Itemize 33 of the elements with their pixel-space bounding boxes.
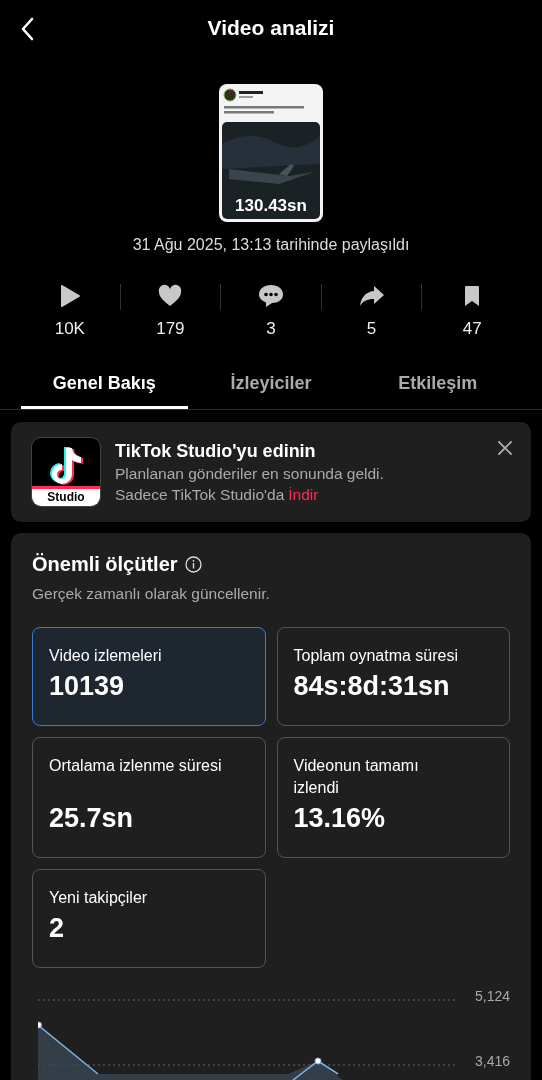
stat-count: 5 <box>366 319 377 339</box>
stat-count: 179 <box>156 319 185 339</box>
section-title: Önemli ölçütler <box>32 553 178 576</box>
play-icon <box>58 284 81 308</box>
metric-card[interactable]: Toplam oynatma süresi 84s:8d:31sn <box>276 627 510 726</box>
banner-text: Sadece TikTok Studio'da <box>115 485 285 503</box>
metric-card[interactable]: Video izlemeleri 10139 <box>32 627 266 726</box>
comment-icon <box>258 284 284 308</box>
banner-title: TikTok Studio'yu edinin <box>115 440 317 462</box>
tab[interactable]: Etkileşim <box>354 365 521 409</box>
bookmark-icon <box>464 284 481 308</box>
app-icon: Studio <box>31 437 101 507</box>
metric-card[interactable]: Videonun tamamı izlendi 13.16% <box>276 737 510 858</box>
banner-text: Planlanan gönderiler en sonunda geldi. <box>115 464 384 483</box>
info-icon[interactable] <box>184 556 202 573</box>
posted-date: 31 Ağu 2025, 13:13 tarihinde paylaşıldı <box>131 236 411 254</box>
metric-card[interactable]: Ortalama izlenme süresi 25.7sn <box>32 737 266 858</box>
video-duration: 130.43sn <box>234 196 308 216</box>
axis-tick-label: 3,416 <box>474 1053 510 1071</box>
share-icon <box>358 284 385 308</box>
download-link[interactable]: İndir <box>288 485 319 503</box>
axis-tick-label: 5,124 <box>474 988 510 1006</box>
section-subtitle: Gerçek zamanlı olarak güncellenir. <box>32 585 271 603</box>
heart-icon <box>158 284 183 308</box>
close-icon[interactable] <box>498 441 512 455</box>
stat-count: 3 <box>266 319 276 339</box>
metric-card[interactable]: Yeni takipçiler 2 <box>32 869 266 968</box>
back-icon[interactable] <box>20 17 34 41</box>
tab[interactable]: Genel Bakış <box>21 365 188 409</box>
tab[interactable]: İzleyiciler <box>187 365 355 409</box>
stat-count: 47 <box>462 319 482 339</box>
stat-count: 10K <box>54 319 85 339</box>
page-title: Video analizi <box>207 16 335 40</box>
